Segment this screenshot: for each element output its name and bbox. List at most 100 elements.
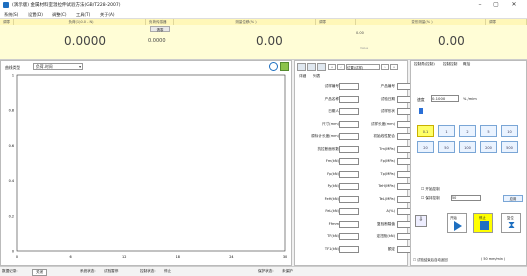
speed-preset-button[interactable]: 0.1: [417, 125, 434, 137]
speed-input[interactable]: 0.1000: [431, 95, 459, 102]
zoom-fit-icon[interactable]: [269, 62, 278, 71]
param-label: 试验日期: [380, 96, 395, 101]
param-label: 初始线性配合: [373, 134, 395, 138]
menu-about[interactable]: 关于(A): [100, 12, 115, 18]
close-icon[interactable]: ✕: [508, 1, 520, 9]
speed-slider[interactable]: [419, 108, 423, 114]
stop-button[interactable]: 停止: [473, 213, 493, 233]
check2-label: 保持控制: [425, 196, 440, 200]
save-icon[interactable]: [317, 63, 326, 71]
menu-adjust[interactable]: 调整(C): [52, 12, 67, 18]
maximize-icon[interactable]: ▢: [490, 1, 502, 9]
param-label: 额定: [387, 246, 395, 251]
folder-icon[interactable]: [297, 63, 306, 71]
apply-button[interactable]: 应用: [503, 195, 523, 202]
check1-label: 开始控制: [425, 187, 440, 191]
check-hold-control[interactable]: ☐ 保持控制: [421, 196, 440, 201]
param-label: 定扭矩(kN): [376, 234, 395, 238]
x-tick-label: 24: [229, 255, 233, 259]
ext-zero-badge[interactable]: 调零: [316, 19, 356, 25]
check-start-control[interactable]: ☐ 开始控制: [421, 187, 440, 192]
speed-preset-button[interactable]: 1: [438, 125, 455, 137]
start-button[interactable]: 开始: [447, 213, 467, 233]
minimize-icon[interactable]: –: [474, 1, 486, 9]
speed-preset-button[interactable]: 200: [480, 141, 497, 153]
disp-zero-badge[interactable]: 调零: [486, 19, 527, 25]
param-label: 复验断裂值: [377, 221, 395, 226]
auto-return-label: 试验结束后自动返回: [417, 258, 448, 262]
speed-preset-button[interactable]: 20: [417, 141, 434, 153]
down-arrow-icon[interactable]: ⇩: [415, 215, 427, 227]
last-icon[interactable]: »: [390, 64, 398, 70]
control-panel: 控制角(控制) 控制控制 概括 速度 0.1000 % /mim 0.1 1 2 5 1…: [410, 60, 527, 266]
title-bar: (演示版) 金属材料室温拉伸试验方法(GB/T228-2007) – ▢ ✕: [0, 0, 527, 10]
print-icon[interactable]: [307, 63, 316, 71]
next-icon[interactable]: ›: [381, 64, 389, 70]
param-label: 原标计长度(mm): [311, 134, 339, 138]
param-label: A(%): [386, 209, 395, 213]
curve-type-select[interactable]: 负荷-时间 ▾: [33, 63, 83, 70]
param-label: TeL(MPa): [379, 196, 395, 201]
speed-preset-button[interactable]: 100: [459, 141, 476, 153]
curve-chart[interactable]: 1 0.8 0.6 0.4 0.2 00 6 12 18 24 30: [1, 71, 291, 265]
load-zero-badge[interactable]: 调零: [0, 19, 14, 25]
tab-ctrl-2[interactable]: 控制控制: [443, 62, 457, 67]
status-label-1: 数据记录:: [2, 269, 18, 273]
load-subvalue: 0.0000: [148, 38, 166, 44]
plot-area: [16, 74, 286, 252]
hold-value-input[interactable]: 50: [451, 195, 481, 201]
start-label: 开始: [450, 216, 457, 220]
menu-system[interactable]: 系统(S): [4, 12, 18, 18]
position-combo[interactable]: 位置(试样): [346, 64, 380, 70]
speed-preset-button[interactable]: 10: [501, 125, 518, 137]
tab-ctrl-3[interactable]: 概括: [463, 62, 470, 67]
status-label-4: 保护状态:: [258, 269, 274, 273]
load-clear-button[interactable]: 清零: [150, 26, 170, 32]
prev-icon[interactable]: ‹: [337, 64, 345, 70]
param-label: Fp(kN): [327, 171, 339, 176]
param-label: Tm(MPa): [379, 146, 395, 151]
menu-settings[interactable]: 设置(D): [28, 12, 43, 18]
menu-tools[interactable]: 工具(T): [76, 12, 90, 18]
speed-preset-button[interactable]: 2: [459, 125, 476, 137]
param-label: FeL(kN): [325, 209, 339, 213]
param-label: TF(kN): [327, 234, 339, 238]
disp-header: 变形测量(% ): [356, 19, 486, 25]
stop-icon: [480, 221, 489, 230]
param-label: Fm(kN): [325, 159, 339, 163]
tab-detail[interactable]: 详细: [299, 74, 306, 79]
status-val-3: 停止: [164, 269, 172, 273]
param-label: TF1(kN): [324, 246, 339, 251]
tab-ctrl-main[interactable]: 控制角(控制): [414, 62, 435, 67]
auto-return-check[interactable]: ☐ 试验结束后自动返回: [413, 257, 448, 262]
status-label-2: 系统状态:: [80, 269, 96, 273]
reset-button[interactable]: 复位 ⧗: [501, 213, 521, 233]
speed-preset-button[interactable]: 50: [438, 141, 455, 153]
speed-unit: % /mim: [463, 97, 477, 101]
params-panel: « ‹ 位置(试样) › » 详细 列表 试样编号 产品编号 产品名称 试验日期 日期人…: [294, 60, 417, 266]
y-tick-label: 0.2: [9, 214, 14, 218]
chevron-down-icon: ▾: [79, 64, 81, 69]
status-record-box[interactable]: 关闭: [32, 269, 48, 276]
tab-list[interactable]: 列表: [313, 74, 320, 79]
speed-label: 速度: [417, 97, 425, 102]
speed-preset-button[interactable]: 5: [480, 125, 497, 137]
speed-preset-button[interactable]: 500: [501, 141, 518, 153]
x-tick-label: 30: [283, 255, 287, 259]
load-value: 0.0000: [64, 34, 106, 48]
app-icon: [3, 2, 9, 8]
x-tick-label: 12: [122, 255, 126, 259]
first-icon[interactable]: «: [328, 64, 336, 70]
hourglass-icon: ⧗: [508, 220, 516, 231]
return-speed: ( 50 mm/min ): [481, 257, 506, 261]
disp-subvalue: 0.00: [356, 31, 364, 35]
status-bar: 数据记录: 关闭 系统状态: 试验暂停 控制状态: 停止 保护状态: 未保护: [0, 266, 527, 276]
disp-subsub: Value: [360, 46, 369, 50]
status-label-3: 控制状态:: [140, 269, 156, 273]
load-sensor-badge[interactable]: 负荷传感器: [146, 19, 174, 25]
param-label: TeH(MPa): [378, 184, 395, 188]
param-label: Ffmm: [328, 221, 339, 226]
ext-header: 测量位移(% ): [174, 19, 316, 25]
edit-icon[interactable]: [280, 62, 289, 71]
param-label: 试样形状: [380, 109, 395, 113]
